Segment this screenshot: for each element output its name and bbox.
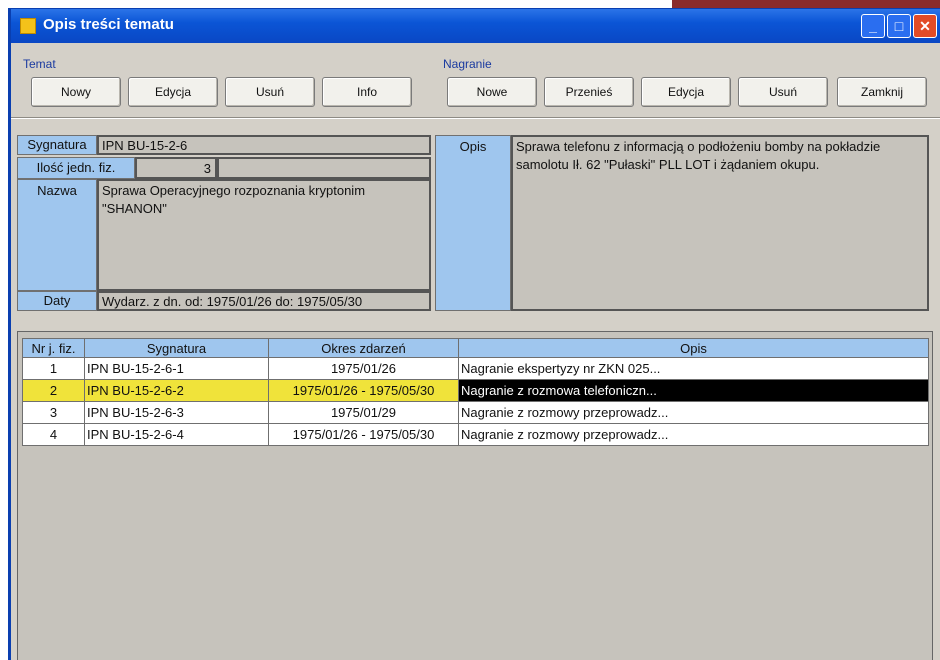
- cell-nr: 2: [22, 379, 85, 402]
- cell-okres: 1975/01/26 - 1975/05/30: [268, 379, 459, 402]
- screen: Opis treści tematu _ □ ✕ Temat Nowy Edyc…: [0, 0, 940, 660]
- cell-sygnatura: IPN BU-15-2-6-1: [84, 357, 269, 380]
- ilosc-field[interactable]: 3: [135, 157, 217, 179]
- nagranie-delete-button[interactable]: Usuń: [738, 77, 828, 107]
- close-button[interactable]: ✕: [913, 14, 937, 38]
- opis-label: Opis: [435, 135, 511, 311]
- close-icon: ✕: [919, 18, 931, 34]
- cell-okres: 1975/01/26 - 1975/05/30: [268, 423, 459, 446]
- table-row[interactable]: 1 IPN BU-15-2-6-1 1975/01/26 Nagranie ek…: [22, 357, 929, 380]
- close-dialog-button[interactable]: Zamknij: [837, 77, 927, 107]
- cell-sygnatura: IPN BU-15-2-6-3: [84, 401, 269, 424]
- main-window: Opis treści tematu _ □ ✕ Temat Nowy Edyc…: [8, 8, 940, 660]
- cell-opis: Nagranie z rozmowy przeprowadz...: [458, 423, 929, 446]
- cell-opis: Nagranie z rozmowy przeprowadz...: [458, 401, 929, 424]
- ilosc-label: Ilość jedn. fiz.: [17, 157, 135, 179]
- opis-field[interactable]: Sprawa telefonu z informacją o podłożeni…: [511, 135, 929, 311]
- title-bar[interactable]: Opis treści tematu _ □ ✕: [11, 9, 940, 43]
- minimize-icon: _: [869, 18, 877, 34]
- window-title: Opis treści tematu: [43, 16, 174, 33]
- sygnatura-label: Sygnatura: [17, 135, 97, 155]
- sygnatura-field[interactable]: IPN BU-15-2-6: [97, 135, 431, 155]
- nazwa-field[interactable]: Sprawa Operacyjnego rozpoznania kryptoni…: [97, 179, 431, 291]
- header-okres[interactable]: Okres zdarzeń: [268, 338, 459, 358]
- header-nr[interactable]: Nr j. fiz.: [22, 338, 85, 358]
- temat-delete-button[interactable]: Usuń: [225, 77, 315, 107]
- daty-label: Daty: [17, 291, 97, 311]
- nagranie-move-button[interactable]: Przenieś: [544, 77, 634, 107]
- desktop-strip-accent: [672, 0, 940, 8]
- temat-group-label: Temat: [23, 57, 56, 71]
- cell-okres: 1975/01/29: [268, 401, 459, 424]
- temat-edit-button[interactable]: Edycja: [128, 77, 218, 107]
- table-header-row: Nr j. fiz. Sygnatura Okres zdarzeń Opis: [22, 338, 929, 358]
- minimize-button[interactable]: _: [861, 14, 885, 38]
- table-row[interactable]: 4 IPN BU-15-2-6-4 1975/01/26 - 1975/05/3…: [22, 423, 929, 446]
- desktop-strip: [0, 0, 940, 8]
- cell-nr: 1: [22, 357, 85, 380]
- nagranie-edit-button[interactable]: Edycja: [641, 77, 731, 107]
- header-opis[interactable]: Opis: [458, 338, 929, 358]
- toolbar-separator: [11, 117, 940, 119]
- cell-nr: 3: [22, 401, 85, 424]
- cell-sygnatura: IPN BU-15-2-6-4: [84, 423, 269, 446]
- temat-new-button[interactable]: Nowy: [31, 77, 121, 107]
- cell-sygnatura: IPN BU-15-2-6-2: [84, 379, 269, 402]
- recordings-table-area[interactable]: Nr j. fiz. Sygnatura Okres zdarzeń Opis …: [17, 331, 933, 660]
- daty-field[interactable]: Wydarz. z dn. od: 1975/01/26 do: 1975/05…: [97, 291, 431, 311]
- ilosc-spacer: [217, 157, 431, 179]
- cell-nr: 4: [22, 423, 85, 446]
- cell-opis: Nagranie ekspertyzy nr ZKN 025...: [458, 357, 929, 380]
- maximize-icon: □: [894, 18, 904, 34]
- header-sygnatura[interactable]: Sygnatura: [84, 338, 269, 358]
- table-row[interactable]: 3 IPN BU-15-2-6-3 1975/01/29 Nagranie z …: [22, 401, 929, 424]
- nagranie-new-button[interactable]: Nowe: [447, 77, 537, 107]
- nazwa-label: Nazwa: [17, 179, 97, 291]
- cell-okres: 1975/01/26: [268, 357, 459, 380]
- recordings-table: Nr j. fiz. Sygnatura Okres zdarzeń Opis …: [22, 338, 929, 446]
- maximize-button[interactable]: □: [887, 14, 911, 38]
- app-icon: [20, 18, 36, 34]
- cell-opis: Nagranie z rozmowa telefoniczn...: [458, 379, 929, 402]
- table-row-selected[interactable]: 2 IPN BU-15-2-6-2 1975/01/26 - 1975/05/3…: [22, 379, 929, 402]
- temat-info-button[interactable]: Info: [322, 77, 412, 107]
- nagranie-group-label: Nagranie: [443, 57, 492, 71]
